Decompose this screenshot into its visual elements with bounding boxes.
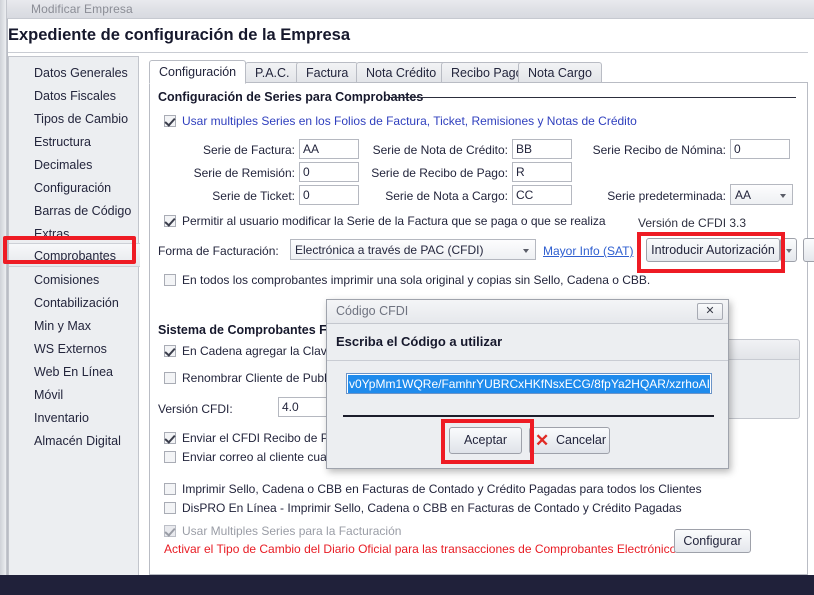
enviar-cfdi-recibo-checkbox[interactable] — [164, 432, 176, 444]
serie-ticket-input[interactable]: 0 — [299, 185, 359, 205]
enviar-cfdi-recibo-label: Enviar el CFDI Recibo de Pa — [182, 431, 335, 445]
dialog-titlebar: Código CFDI — [327, 300, 728, 324]
imprimir-sola-original-label: En todos los comprobantes imprimir una s… — [182, 273, 650, 287]
sidebar-item-estructura[interactable]: Estructura — [9, 130, 140, 154]
dialog-subtitle: Escriba el Código a utilizar — [327, 325, 728, 361]
serie-remision-input[interactable]: 0 — [299, 162, 359, 182]
dispro-en-linea-label: DisPRO En Línea - Imprimir Sello, Cadena… — [182, 501, 682, 515]
series-group-rule — [390, 97, 796, 98]
window-bottom-bar — [0, 575, 814, 595]
serie-predeterminada-label: Serie predeterminada: — [598, 189, 726, 203]
multi-series-checkbox[interactable] — [164, 115, 176, 127]
codigo-input-value: v0YpMm1WQRe/FamhrYUBRCxHKfNsxECG/8fpYa2H… — [348, 375, 710, 393]
permitir-modificar-label: Permitir al usuario modificar la Serie d… — [182, 214, 606, 228]
sidebar-item-almacen-digital[interactable]: Almacén Digital — [9, 429, 140, 453]
tab-nota-cargo[interactable]: Nota Cargo — [518, 62, 602, 83]
window-left-strip — [0, 0, 7, 595]
page-title: Expediente de configuración de la Empres… — [8, 26, 350, 45]
configurar-button[interactable]: Configurar — [674, 529, 751, 553]
enviar-correo-checkbox[interactable] — [164, 451, 176, 463]
serie-recibo-pago-label: Serie de Recibo de Pago: — [360, 166, 508, 180]
serie-recibo-pago-input[interactable]: R — [512, 162, 572, 182]
codigo-cfdi-dialog: Código CFDI ✕ Escriba el Código a utiliz… — [326, 299, 729, 469]
forma-facturacion-label: Forma de Facturación: — [158, 244, 282, 258]
introducir-autorizacion-dropdown-icon[interactable] — [780, 238, 797, 262]
mayor-info-sat-link[interactable]: Mayor Info (SAT) — [543, 244, 633, 258]
en-cadena-checkbox[interactable] — [164, 345, 176, 357]
codigo-input[interactable]: v0YpMm1WQRe/FamhrYUBRCxHKfNsxECG/8fpYa2H… — [346, 373, 712, 394]
sidebar-item-min-y-max[interactable]: Min y Max — [9, 314, 140, 338]
app-root: Modificar Empresa Expediente de configur… — [0, 0, 814, 595]
en-cadena-label: En Cadena agregar la Clave — [182, 344, 333, 358]
sidebar-item-barras-de-codigo[interactable]: Barras de Código — [9, 199, 140, 223]
tab-nota-credito[interactable]: Nota Crédito — [356, 62, 446, 83]
serie-recibo-nomina-input[interactable]: 0 — [730, 139, 790, 159]
serie-nota-cargo-label: Serie de Nota a Cargo: — [360, 189, 508, 203]
usar-multiples-series-label: Usar Multiples Series para la Facturació… — [182, 524, 401, 538]
imprimir-sello-checkbox[interactable] — [164, 483, 176, 495]
imprimir-sello-label: Imprimir Sello, Cadena o CBB en Facturas… — [182, 482, 702, 496]
serie-recibo-nomina-label: Serie Recibo de Nómina: — [578, 143, 726, 157]
sidebar-item-comisiones[interactable]: Comisiones — [9, 268, 140, 292]
window-title: Modificar Empresa — [31, 2, 133, 16]
aceptar-button[interactable]: Aceptar — [449, 427, 522, 454]
serie-nota-credito-input[interactable]: BB — [512, 139, 572, 159]
sidebar-item-configuracion[interactable]: Configuración — [9, 176, 140, 200]
title-separator — [8, 52, 808, 53]
serie-remision-label: Serie de Remisión: — [170, 166, 295, 180]
serie-ticket-label: Serie de Ticket: — [170, 189, 295, 203]
multi-series-label: Usar multiples Series en los Folios de F… — [182, 114, 637, 128]
extra-button[interactable] — [803, 238, 814, 262]
dialog-close-icon[interactable]: ✕ — [697, 303, 723, 320]
sidebar-item-datos-generales[interactable]: Datos Generales — [9, 61, 140, 85]
tab-strip: Configuración P.A.C. Factura Nota Crédit… — [149, 60, 808, 83]
renombrar-cliente-label: Renombrar Cliente de Publ — [182, 371, 327, 385]
serie-nota-cargo-input[interactable]: CC — [512, 185, 572, 205]
sidebar-item-tipos-de-cambio[interactable]: Tipos de Cambio — [9, 107, 140, 131]
sidebar-item-datos-fiscales[interactable]: Datos Fiscales — [9, 84, 140, 108]
sidebar-item-comprobantes[interactable]: Comprobantes — [9, 243, 140, 267]
dispro-en-linea-checkbox[interactable] — [164, 502, 176, 514]
serie-factura-label: Serie de Factura: — [170, 143, 295, 157]
sidebar-item-inventario[interactable]: Inventario — [9, 406, 140, 430]
tab-pac[interactable]: P.A.C. — [245, 62, 300, 83]
usar-multiples-series-checkbox[interactable] — [164, 525, 176, 537]
imprimir-sola-original-checkbox[interactable] — [164, 274, 176, 286]
sidebar-item-movil[interactable]: Móvil — [9, 383, 140, 407]
dialog-rule — [343, 415, 714, 417]
forma-facturacion-select[interactable]: Electrónica a través de PAC (CFDI) — [290, 239, 536, 260]
serie-factura-input[interactable]: AA — [299, 139, 359, 159]
sidebar-item-web-en-linea[interactable]: Web En Línea — [9, 360, 140, 384]
introducir-autorizacion-button[interactable]: Introducir Autorización — [646, 238, 780, 262]
permitir-modificar-checkbox[interactable] — [164, 215, 176, 227]
sidebar: Datos Generales Datos Fiscales Tipos de … — [8, 56, 139, 595]
sidebar-item-ws-externos[interactable]: WS Externos — [9, 337, 140, 361]
series-group-title: Configuración de Series para Comprobante… — [158, 90, 428, 104]
activar-tipo-cambio-text: Activar el Tipo de Cambio del Diario Ofi… — [164, 542, 682, 556]
sidebar-item-decimales[interactable]: Decimales — [9, 153, 140, 177]
tab-configuracion[interactable]: Configuración — [149, 60, 246, 84]
sidebar-item-contabilizacion[interactable]: Contabilización — [9, 291, 140, 315]
cancel-x-icon: ✕ — [535, 432, 549, 449]
enviar-correo-label: Enviar correo al cliente cuar — [182, 450, 331, 464]
version-cfdi-33-label: Versión de CFDI 3.3 — [638, 216, 746, 230]
tab-factura[interactable]: Factura — [296, 62, 358, 83]
renombrar-cliente-checkbox[interactable] — [164, 372, 176, 384]
serie-nota-credito-label: Serie de Nota de Crédito: — [360, 143, 508, 157]
serie-predeterminada-select[interactable]: AA — [730, 184, 793, 205]
version-cfdi-label: Versión CFDI: — [158, 402, 276, 416]
